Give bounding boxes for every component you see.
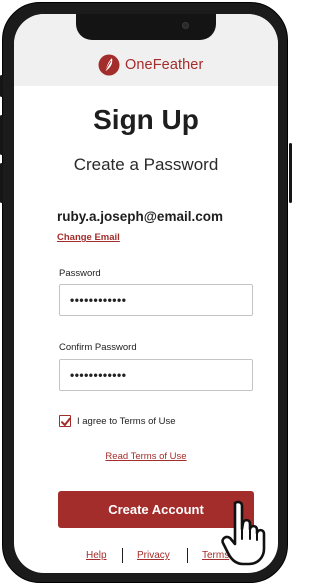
password-value: •••••••••••• bbox=[70, 293, 127, 307]
front-camera bbox=[182, 22, 189, 29]
confirm-password-label: Confirm Password bbox=[59, 342, 137, 353]
page-title: Sign Up bbox=[93, 104, 199, 135]
change-email-link[interactable]: Change Email bbox=[57, 232, 120, 243]
brand-logo: OneFeather bbox=[98, 54, 203, 76]
phone-frame: OneFeather Sign Up Create a Password rub… bbox=[0, 2, 292, 583]
footer-link-privacy[interactable]: Privacy bbox=[137, 550, 170, 561]
password-field[interactable]: •••••••••••• bbox=[59, 284, 253, 316]
phone-side-button bbox=[0, 75, 3, 97]
agree-terms-checkbox[interactable] bbox=[59, 415, 71, 427]
feather-logo-icon bbox=[98, 54, 120, 76]
phone-power-button bbox=[289, 143, 292, 203]
phone-screen: OneFeather Sign Up Create a Password rub… bbox=[14, 14, 278, 573]
brand-name: OneFeather bbox=[125, 57, 204, 73]
read-terms-link[interactable]: Read Terms of Use bbox=[14, 451, 278, 462]
footer-separator bbox=[122, 548, 123, 563]
footer-separator bbox=[187, 548, 188, 563]
agree-terms-label: I agree to Terms of Use bbox=[77, 415, 176, 427]
phone-notch bbox=[76, 14, 216, 40]
phone-volume-down-button bbox=[0, 163, 3, 203]
password-label: Password bbox=[59, 268, 101, 279]
footer-link-help[interactable]: Help bbox=[86, 550, 107, 561]
confirm-password-value: •••••••••••• bbox=[70, 368, 127, 382]
agree-terms-row[interactable]: I agree to Terms of Use bbox=[59, 415, 176, 427]
checkmark-icon bbox=[61, 417, 71, 426]
page-subtitle: Create a Password bbox=[73, 155, 219, 174]
confirm-password-field[interactable]: •••••••••••• bbox=[59, 359, 253, 391]
phone-volume-up-button bbox=[0, 115, 3, 155]
pointer-hand-icon bbox=[221, 500, 266, 566]
account-email: ruby.a.joseph@email.com bbox=[57, 209, 223, 224]
